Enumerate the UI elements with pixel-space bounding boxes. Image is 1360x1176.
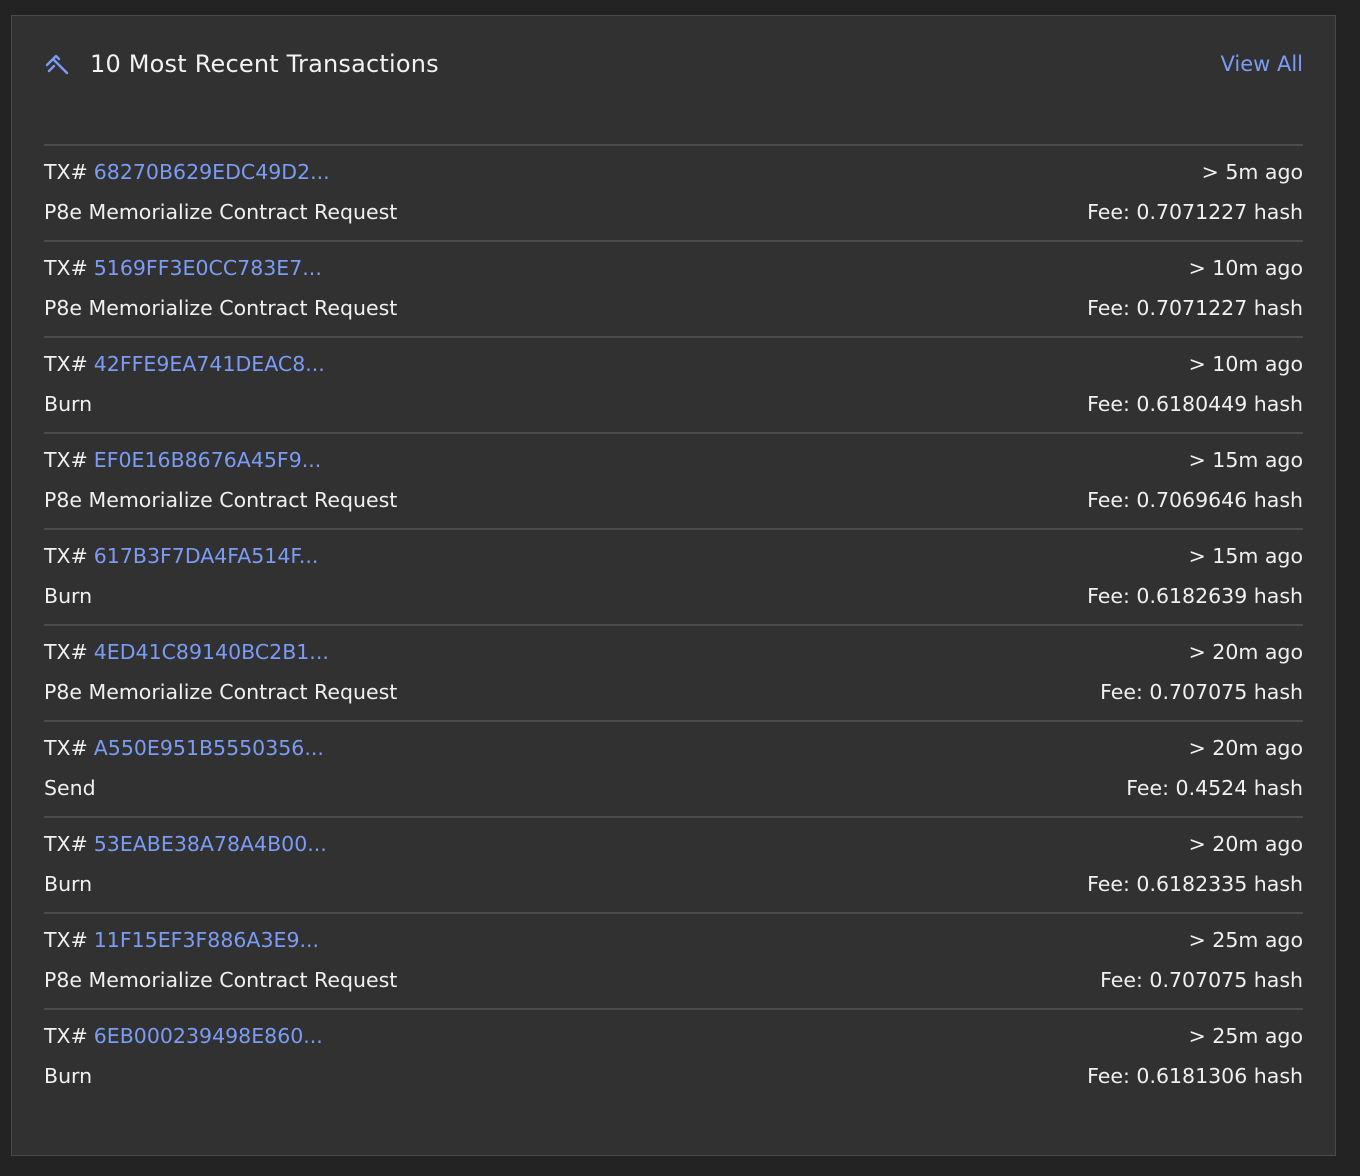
tx-prefix: TX# <box>44 544 88 568</box>
transaction-row: TX# A550E951B5550356... > 20m ago Send F… <box>44 720 1303 816</box>
tx-hash-link[interactable]: EF0E16B8676A45F9... <box>94 448 322 472</box>
tx-age: > 20m ago <box>1188 832 1303 856</box>
tx-age: > 20m ago <box>1188 640 1303 664</box>
tx-hash-link[interactable]: 6EB000239498E860... <box>94 1024 323 1048</box>
tx-hash-link[interactable]: 68270B629EDC49D2... <box>94 160 330 184</box>
transaction-line-top: TX# 6EB000239498E860... > 25m ago <box>44 1024 1303 1048</box>
tx-hash-link[interactable]: 5169FF3E0CC783E7... <box>94 256 322 280</box>
view-all-link[interactable]: View All <box>1220 52 1303 76</box>
tx-id-wrap: TX# 11F15EF3F886A3E9... <box>44 928 319 952</box>
tx-fee: Fee: 0.6180449 hash <box>1087 392 1303 416</box>
transaction-line-top: TX# 42FFE9EA741DEAC8... > 10m ago <box>44 352 1303 376</box>
recent-transactions-card: 10 Most Recent Transactions View All TX#… <box>11 15 1336 1156</box>
tx-fee: Fee: 0.7069646 hash <box>1087 488 1303 512</box>
tx-hash-link[interactable]: 11F15EF3F886A3E9... <box>94 928 319 952</box>
tx-age: > 20m ago <box>1188 736 1303 760</box>
tx-prefix: TX# <box>44 352 88 376</box>
tx-fee: Fee: 0.7071227 hash <box>1087 200 1303 224</box>
tx-id-wrap: TX# A550E951B5550356... <box>44 736 324 760</box>
tx-prefix: TX# <box>44 448 88 472</box>
transaction-row: TX# 617B3F7DA4FA514F... > 15m ago Burn F… <box>44 528 1303 624</box>
tx-type: Burn <box>44 1064 93 1088</box>
tx-prefix: TX# <box>44 160 88 184</box>
transaction-row: TX# 11F15EF3F886A3E9... > 25m ago P8e Me… <box>44 912 1303 1008</box>
tx-prefix: TX# <box>44 736 88 760</box>
tx-id-wrap: TX# 68270B629EDC49D2... <box>44 160 330 184</box>
tx-type: P8e Memorialize Contract Request <box>44 200 398 224</box>
transaction-line-bottom: Burn Fee: 0.6182335 hash <box>44 872 1303 896</box>
tx-hash-link[interactable]: 53EABE38A78A4B00... <box>94 832 327 856</box>
tx-age: > 25m ago <box>1188 928 1303 952</box>
transaction-line-top: TX# 68270B629EDC49D2... > 5m ago <box>44 160 1303 184</box>
transaction-line-bottom: P8e Memorialize Contract Request Fee: 0.… <box>44 488 1303 512</box>
transaction-row: TX# 68270B629EDC49D2... > 5m ago P8e Mem… <box>44 144 1303 240</box>
tx-type: P8e Memorialize Contract Request <box>44 968 398 992</box>
transaction-line-top: TX# 53EABE38A78A4B00... > 20m ago <box>44 832 1303 856</box>
tx-fee: Fee: 0.6182335 hash <box>1087 872 1303 896</box>
transaction-line-top: TX# 11F15EF3F886A3E9... > 25m ago <box>44 928 1303 952</box>
transaction-line-top: TX# 4ED41C89140BC2B1... > 20m ago <box>44 640 1303 664</box>
tx-id-wrap: TX# 42FFE9EA741DEAC8... <box>44 352 325 376</box>
tx-id-wrap: TX# 4ED41C89140BC2B1... <box>44 640 329 664</box>
tx-prefix: TX# <box>44 928 88 952</box>
tx-id-wrap: TX# 5169FF3E0CC783E7... <box>44 256 322 280</box>
tx-type: Burn <box>44 584 93 608</box>
tx-hash-link[interactable]: 617B3F7DA4FA514F... <box>94 544 319 568</box>
tx-prefix: TX# <box>44 1024 88 1048</box>
card-header: 10 Most Recent Transactions View All <box>44 46 1303 82</box>
transaction-line-bottom: Burn Fee: 0.6180449 hash <box>44 392 1303 416</box>
transaction-line-bottom: Burn Fee: 0.6181306 hash <box>44 1064 1303 1088</box>
tx-fee: Fee: 0.6181306 hash <box>1087 1064 1303 1088</box>
tx-fee: Fee: 0.707075 hash <box>1100 968 1303 992</box>
tx-type: P8e Memorialize Contract Request <box>44 680 398 704</box>
transaction-line-bottom: P8e Memorialize Contract Request Fee: 0.… <box>44 968 1303 992</box>
tx-hash-link[interactable]: A550E951B5550356... <box>94 736 324 760</box>
hammer-icon <box>44 51 70 77</box>
tx-hash-link[interactable]: 42FFE9EA741DEAC8... <box>94 352 325 376</box>
tx-prefix: TX# <box>44 256 88 280</box>
tx-id-wrap: TX# 53EABE38A78A4B00... <box>44 832 327 856</box>
transaction-line-bottom: Send Fee: 0.4524 hash <box>44 776 1303 800</box>
transaction-line-bottom: P8e Memorialize Contract Request Fee: 0.… <box>44 680 1303 704</box>
tx-type: Burn <box>44 392 93 416</box>
transaction-line-top: TX# 5169FF3E0CC783E7... > 10m ago <box>44 256 1303 280</box>
tx-id-wrap: TX# EF0E16B8676A45F9... <box>44 448 321 472</box>
transaction-row: TX# 53EABE38A78A4B00... > 20m ago Burn F… <box>44 816 1303 912</box>
tx-prefix: TX# <box>44 640 88 664</box>
transaction-line-bottom: Burn Fee: 0.6182639 hash <box>44 584 1303 608</box>
transaction-list: TX# 68270B629EDC49D2... > 5m ago P8e Mem… <box>44 144 1303 1104</box>
tx-hash-link[interactable]: 4ED41C89140BC2B1... <box>94 640 329 664</box>
tx-fee: Fee: 0.4524 hash <box>1126 776 1303 800</box>
tx-age: > 25m ago <box>1188 1024 1303 1048</box>
transaction-line-top: TX# EF0E16B8676A45F9... > 15m ago <box>44 448 1303 472</box>
tx-age: > 15m ago <box>1188 448 1303 472</box>
transaction-line-top: TX# 617B3F7DA4FA514F... > 15m ago <box>44 544 1303 568</box>
transaction-row: TX# 5169FF3E0CC783E7... > 10m ago P8e Me… <box>44 240 1303 336</box>
transaction-row: TX# EF0E16B8676A45F9... > 15m ago P8e Me… <box>44 432 1303 528</box>
tx-age: > 10m ago <box>1188 352 1303 376</box>
tx-id-wrap: TX# 617B3F7DA4FA514F... <box>44 544 318 568</box>
transaction-line-bottom: P8e Memorialize Contract Request Fee: 0.… <box>44 200 1303 224</box>
tx-prefix: TX# <box>44 832 88 856</box>
tx-age: > 15m ago <box>1188 544 1303 568</box>
transaction-row: TX# 4ED41C89140BC2B1... > 20m ago P8e Me… <box>44 624 1303 720</box>
tx-type: P8e Memorialize Contract Request <box>44 296 398 320</box>
tx-fee: Fee: 0.6182639 hash <box>1087 584 1303 608</box>
transaction-line-bottom: P8e Memorialize Contract Request Fee: 0.… <box>44 296 1303 320</box>
tx-fee: Fee: 0.707075 hash <box>1100 680 1303 704</box>
tx-type: Burn <box>44 872 93 896</box>
tx-age: > 10m ago <box>1188 256 1303 280</box>
title-wrap: 10 Most Recent Transactions <box>44 50 439 78</box>
card-title: 10 Most Recent Transactions <box>90 50 439 78</box>
transaction-row: TX# 42FFE9EA741DEAC8... > 10m ago Burn F… <box>44 336 1303 432</box>
tx-type: Send <box>44 776 96 800</box>
tx-fee: Fee: 0.7071227 hash <box>1087 296 1303 320</box>
transaction-line-top: TX# A550E951B5550356... > 20m ago <box>44 736 1303 760</box>
tx-type: P8e Memorialize Contract Request <box>44 488 398 512</box>
transaction-row: TX# 6EB000239498E860... > 25m ago Burn F… <box>44 1008 1303 1104</box>
tx-age: > 5m ago <box>1201 160 1303 184</box>
tx-id-wrap: TX# 6EB000239498E860... <box>44 1024 323 1048</box>
